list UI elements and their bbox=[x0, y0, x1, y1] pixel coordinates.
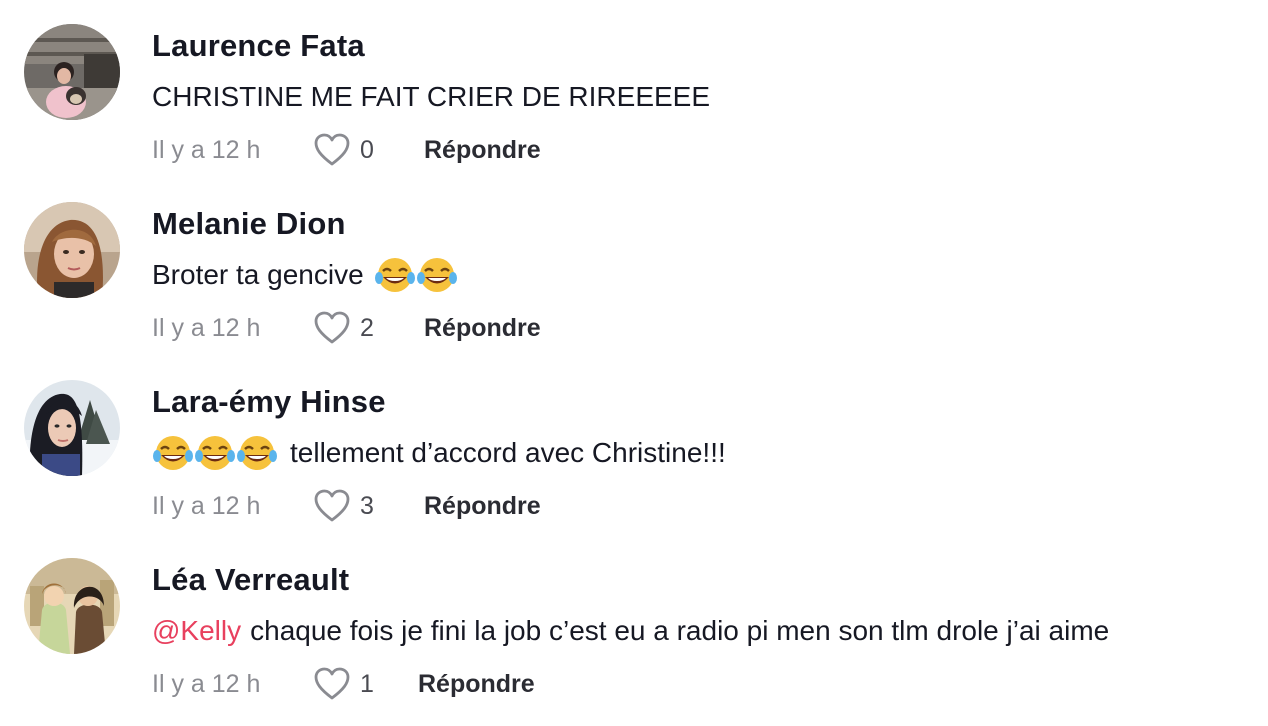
like-button[interactable]: 0 bbox=[314, 133, 424, 167]
avatar[interactable] bbox=[24, 380, 120, 476]
mention-link[interactable]: @Kelly bbox=[152, 615, 241, 647]
emoji-group bbox=[374, 256, 458, 294]
comment-username[interactable]: Laurence Fata bbox=[152, 28, 365, 64]
comment-item: Lara-émy Hinse tellement d’accord avec C… bbox=[0, 356, 1268, 534]
avatar-image bbox=[24, 558, 120, 654]
comment-body: chaque fois je fini la job c’est eu a ra… bbox=[250, 615, 1110, 646]
like-button[interactable]: 1 bbox=[314, 667, 418, 701]
comment-text: Broter ta gencive bbox=[152, 256, 458, 294]
reply-button[interactable]: Répondre bbox=[424, 314, 541, 343]
comment-text: CHRISTINE ME FAIT CRIER DE RIREEEEE bbox=[152, 78, 710, 116]
like-count: 0 bbox=[360, 135, 374, 164]
heart-icon[interactable] bbox=[314, 311, 350, 345]
comment-meta: Il y a 12 h 1 Répondre bbox=[152, 666, 535, 702]
comment-meta: Il y a 12 h 2 Répondre bbox=[152, 310, 541, 346]
heart-icon[interactable] bbox=[314, 133, 350, 167]
comment-meta: Il y a 12 h 3 Répondre bbox=[152, 488, 541, 524]
comment-item: Laurence Fata CHRISTINE ME FAIT CRIER DE… bbox=[0, 0, 1268, 178]
face-with-tears-of-joy-icon bbox=[236, 434, 278, 472]
heart-icon[interactable] bbox=[314, 667, 350, 701]
comment-username[interactable]: Lara-émy Hinse bbox=[152, 384, 386, 420]
comment-text: @Kelly chaque fois je fini la job c’est … bbox=[152, 612, 1109, 650]
comment-text: tellement d’accord avec Christine!!! bbox=[152, 434, 726, 472]
reply-button[interactable]: Répondre bbox=[424, 492, 541, 521]
comment-body: Broter ta gencive bbox=[152, 259, 364, 290]
like-button[interactable]: 2 bbox=[314, 311, 424, 345]
like-count: 1 bbox=[360, 669, 374, 698]
avatar-image bbox=[24, 380, 120, 476]
avatar[interactable] bbox=[24, 202, 120, 298]
avatar[interactable] bbox=[24, 558, 120, 654]
comment-time: Il y a 12 h bbox=[152, 669, 261, 698]
comment-body: tellement d’accord avec Christine!!! bbox=[290, 437, 726, 468]
comment-meta: Il y a 12 h 0 Répondre bbox=[152, 132, 541, 168]
comment-time: Il y a 12 h bbox=[152, 491, 261, 520]
like-count: 3 bbox=[360, 491, 374, 520]
reply-button[interactable]: Répondre bbox=[424, 136, 541, 165]
heart-icon[interactable] bbox=[314, 489, 350, 523]
reply-button[interactable]: Répondre bbox=[418, 670, 535, 699]
comment-item: Melanie Dion Broter ta gencive Il y a 12… bbox=[0, 178, 1268, 356]
comment-time: Il y a 12 h bbox=[152, 313, 261, 342]
face-with-tears-of-joy-icon bbox=[416, 256, 458, 294]
emoji-group bbox=[152, 434, 278, 472]
face-with-tears-of-joy-icon bbox=[194, 434, 236, 472]
avatar-image bbox=[24, 24, 120, 120]
comment-list: Laurence Fata CHRISTINE ME FAIT CRIER DE… bbox=[0, 0, 1268, 726]
face-with-tears-of-joy-icon bbox=[374, 256, 416, 294]
comment-username[interactable]: Léa Verreault bbox=[152, 562, 349, 598]
comment-body: CHRISTINE ME FAIT CRIER DE RIREEEEE bbox=[152, 81, 711, 112]
comment-item: Léa Verreault @Kelly chaque fois je fini… bbox=[0, 534, 1268, 712]
like-count: 2 bbox=[360, 313, 374, 342]
comment-time: Il y a 12 h bbox=[152, 135, 261, 164]
avatar-image bbox=[24, 202, 120, 298]
comment-username[interactable]: Melanie Dion bbox=[152, 206, 346, 242]
face-with-tears-of-joy-icon bbox=[152, 434, 194, 472]
like-button[interactable]: 3 bbox=[314, 489, 424, 523]
avatar[interactable] bbox=[24, 24, 120, 120]
